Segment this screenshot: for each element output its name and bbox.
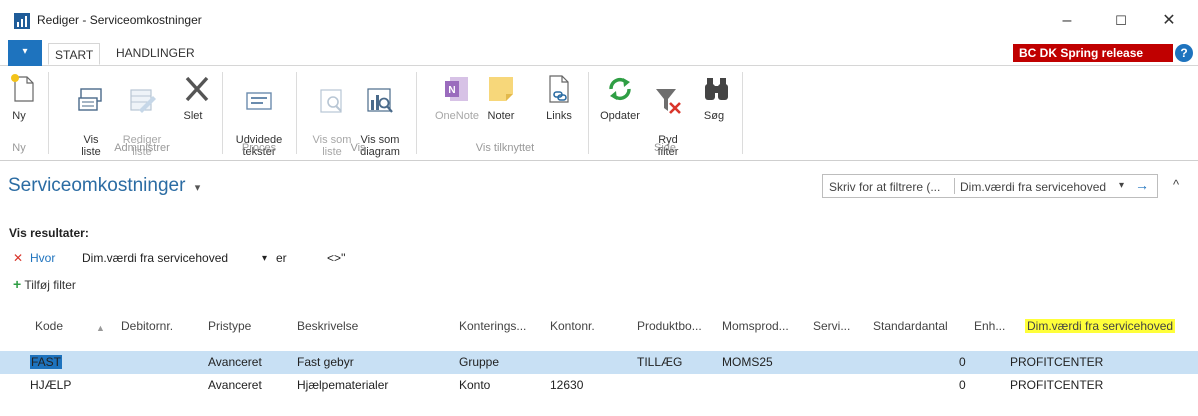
- group-separator: [296, 72, 297, 154]
- column-header-produktbo[interactable]: Produktbo...: [637, 319, 702, 333]
- cell-momsprod[interactable]: MOMS25: [722, 355, 773, 369]
- cell-dim-vaerdi[interactable]: PROFITCENTER: [1010, 378, 1103, 392]
- close-button[interactable]: ✕: [1146, 8, 1192, 34]
- notes-button[interactable]: Noter: [484, 72, 518, 122]
- column-header-servi[interactable]: Servi...: [813, 319, 850, 333]
- filter-heading: Vis resultater:: [9, 226, 89, 240]
- sort-ascending-icon: ▲: [96, 323, 105, 333]
- cell-standardantal[interactable]: 0: [959, 378, 966, 392]
- remove-filter-icon[interactable]: ✕: [13, 251, 23, 265]
- search-button[interactable]: Søg: [700, 72, 728, 122]
- group-label-administrer: Administrer: [114, 142, 170, 154]
- window-title: Rediger - Serviceomkostninger: [37, 13, 202, 27]
- extended-texts-icon: [246, 92, 272, 110]
- edit-list-icon: [130, 89, 156, 113]
- filter-value-input[interactable]: <>'': [327, 251, 346, 265]
- tab-start[interactable]: START: [48, 43, 101, 65]
- delete-icon: [185, 76, 209, 102]
- filter-field-select[interactable]: Dim.værdi fra servicehoved: [960, 180, 1106, 194]
- group-separator: [416, 72, 417, 154]
- onenote-icon: N: [445, 77, 468, 101]
- ribbon: Ny Vis liste Rediger liste Slet Udvidede…: [0, 66, 1198, 161]
- filter-where-label: Hvor: [30, 251, 56, 265]
- filter-divider: [954, 178, 955, 194]
- cell-produktbo[interactable]: TILLÆG: [637, 355, 682, 369]
- delete-button[interactable]: Slet: [180, 72, 209, 122]
- new-button[interactable]: Ny: [6, 72, 34, 122]
- column-header-debitornr[interactable]: Debitornr.: [121, 319, 173, 333]
- column-header-dim-vaerdi[interactable]: Dim.værdi fra servicehoved: [1025, 319, 1176, 333]
- group-separator: [742, 72, 743, 154]
- add-filter-button[interactable]: + Tilføj filter: [13, 276, 76, 292]
- chevron-down-icon[interactable]: ▾: [1119, 180, 1124, 191]
- cell-kode[interactable]: HJÆLP: [30, 378, 71, 392]
- filter-field-dropdown[interactable]: Dim.værdi fra servicehoved: [82, 251, 228, 265]
- group-label-ny: Ny: [12, 142, 26, 154]
- cell-kode[interactable]: FAST: [30, 355, 63, 369]
- file-menu-button[interactable]: ▾: [8, 40, 42, 66]
- column-header-kontering[interactable]: Konterings...: [459, 319, 526, 333]
- group-separator: [48, 72, 49, 154]
- table-row[interactable]: HJÆLP Avanceret Hjælpematerialer Konto 1…: [0, 374, 1198, 397]
- column-header-kode[interactable]: Kode: [35, 319, 63, 333]
- column-header-pristype[interactable]: Pristype: [208, 319, 251, 333]
- title-dropdown-icon[interactable]: ▾: [195, 182, 201, 194]
- cell-beskrivelse[interactable]: Fast gebyr: [297, 355, 354, 369]
- filter-input[interactable]: Skriv for at filtrere (...: [829, 180, 940, 194]
- collapse-icon[interactable]: ^: [1173, 177, 1179, 192]
- refresh-icon: [609, 78, 631, 100]
- column-header-standardantal[interactable]: Standardantal: [873, 319, 948, 333]
- group-label-vis: Vis: [350, 142, 366, 154]
- links-icon: [549, 75, 569, 103]
- title-bar: Rediger - Serviceomkostninger – ☐ ✕: [0, 0, 1198, 40]
- onenote-button[interactable]: N OneNote: [434, 72, 480, 122]
- group-separator: [588, 72, 589, 154]
- links-button[interactable]: Links: [542, 72, 576, 122]
- filter-search-box[interactable]: Skriv for at filtrere (... Dim.værdi fra…: [822, 174, 1158, 198]
- clear-filter-icon: [656, 89, 681, 114]
- chevron-down-icon: ▾: [22, 46, 28, 57]
- cell-beskrivelse[interactable]: Hjælpematerialer: [297, 378, 388, 392]
- cell-dim-vaerdi[interactable]: PROFITCENTER: [1010, 355, 1103, 369]
- maximize-button[interactable]: ☐: [1098, 8, 1144, 34]
- new-document-icon: [11, 74, 34, 102]
- cell-kontering[interactable]: Gruppe: [459, 355, 499, 369]
- group-label-proces: Proces: [241, 142, 277, 154]
- release-badge: BC DK Spring release CU17: [1013, 44, 1173, 78]
- column-header-kontonr[interactable]: Kontonr.: [550, 319, 595, 333]
- column-header-enh[interactable]: Enh...: [974, 319, 1005, 333]
- table-row[interactable]: FAST Avanceret Fast gebyr Gruppe TILLÆG …: [0, 351, 1198, 374]
- show-list-icon: [78, 88, 102, 111]
- page-title[interactable]: Serviceomkostninger ▾: [8, 175, 200, 197]
- grid-header: Kode ▲ Debitornr. Pristype Beskrivelse K…: [0, 312, 1198, 342]
- refresh-button[interactable]: Opdater: [596, 72, 644, 122]
- cell-kontering[interactable]: Konto: [459, 378, 490, 392]
- cell-standardantal[interactable]: 0: [959, 355, 966, 369]
- group-separator: [222, 72, 223, 154]
- column-header-beskrivelse[interactable]: Beskrivelse: [297, 319, 358, 333]
- column-header-momsprod[interactable]: Momsprod...: [722, 319, 789, 333]
- arrow-right-icon[interactable]: →: [1135, 177, 1149, 193]
- cell-kontonr[interactable]: 12630: [550, 378, 583, 392]
- view-as-chart-icon: [367, 88, 393, 113]
- chevron-down-icon[interactable]: ▾: [262, 253, 267, 264]
- notes-icon: [489, 77, 513, 101]
- plus-icon: +: [13, 276, 22, 292]
- view-as-list-icon: [320, 89, 342, 113]
- svg-text:N: N: [448, 85, 455, 96]
- app-icon: [14, 13, 30, 29]
- help-icon[interactable]: ?: [1175, 44, 1193, 62]
- group-label-vis-tilknyttet: Vis tilknyttet: [475, 142, 535, 154]
- group-label-side: Side: [653, 142, 677, 154]
- binoculars-icon: [705, 78, 728, 100]
- cell-pristype[interactable]: Avanceret: [208, 355, 262, 369]
- filter-operator: er: [276, 251, 287, 265]
- cell-pristype[interactable]: Avanceret: [208, 378, 262, 392]
- minimize-button[interactable]: –: [1044, 8, 1090, 34]
- ribbon-tab-row: ▾ START HANDLINGER BC DK Spring release …: [0, 40, 1198, 78]
- tab-handlinger[interactable]: HANDLINGER: [110, 45, 201, 67]
